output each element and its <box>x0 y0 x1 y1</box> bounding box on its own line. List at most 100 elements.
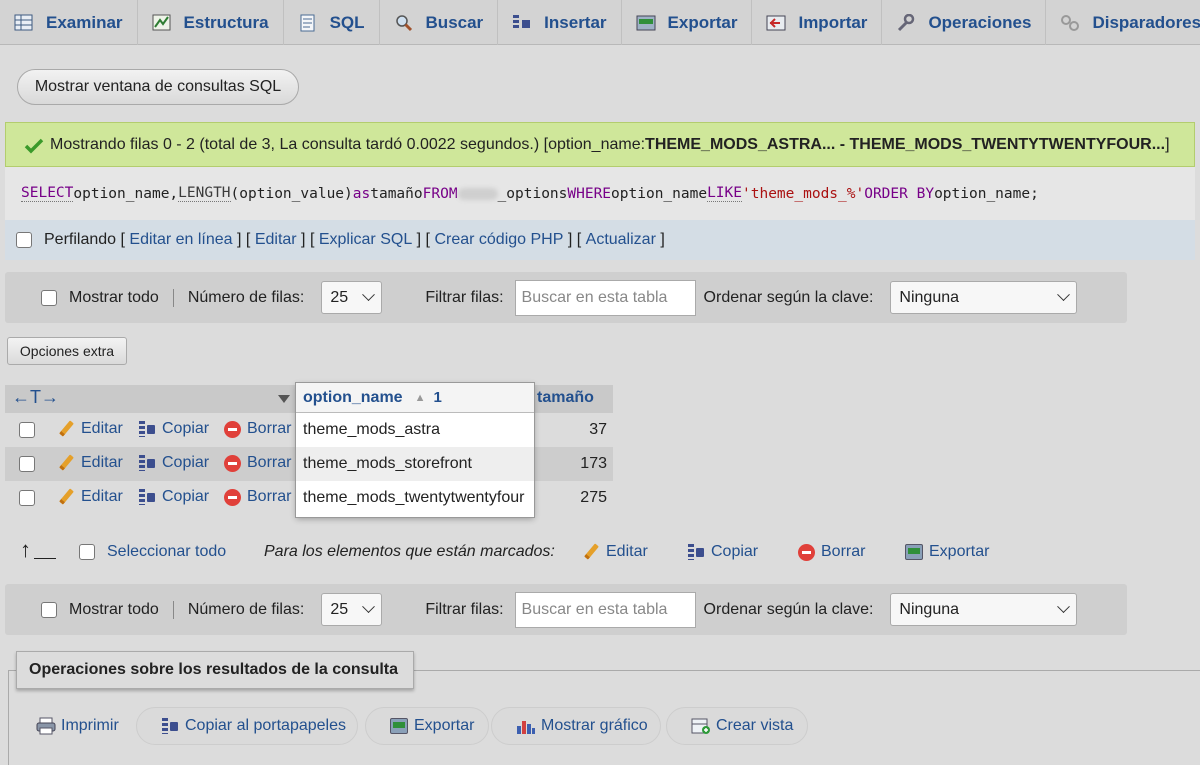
chevron-down-icon <box>362 288 376 302</box>
column-resize-arrows[interactable]: ←T→ <box>12 387 59 408</box>
explain-sql-link[interactable]: Explicar SQL <box>319 231 412 249</box>
row-checkbox[interactable] <box>19 422 35 438</box>
bulk-copy-button[interactable]: Copiar <box>687 543 758 561</box>
show-query-window-button[interactable]: Mostrar ventana de consultas SQL <box>17 69 299 105</box>
edit-link[interactable]: Editar <box>255 231 297 249</box>
copy-row-button[interactable]: Copiar <box>138 488 209 506</box>
delete-icon <box>798 543 815 561</box>
tab-browse[interactable]: Examinar <box>0 0 138 45</box>
copy-row-button[interactable]: Copiar <box>138 420 209 438</box>
sql-keyword[interactable]: LIKE <box>707 185 742 202</box>
delete-icon <box>224 420 241 438</box>
printer-icon <box>36 717 56 735</box>
delete-row-button[interactable]: Borrar <box>224 420 291 438</box>
sql-text: (option_value) <box>230 185 353 202</box>
copy-label: Copiar <box>162 454 210 471</box>
tab-sql[interactable]: SQL <box>284 0 380 45</box>
sql-keyword[interactable]: SELECT <box>21 185 74 202</box>
display-chart-label: Mostrar gráfico <box>541 717 648 734</box>
sort-value: Ninguna <box>899 288 960 306</box>
row-checkbox[interactable] <box>19 490 35 506</box>
show-all-checkbox[interactable] <box>41 601 57 618</box>
bulk-actions: ↑ Seleccionar todo Para los elementos qu… <box>0 537 1200 567</box>
profiling-checkbox[interactable] <box>16 232 32 248</box>
export-icon <box>636 14 656 32</box>
tab-export[interactable]: Exportar <box>622 0 753 45</box>
edit-label: Editar <box>81 454 123 471</box>
tab-label: Exportar <box>667 12 738 32</box>
edit-label: Editar <box>81 488 123 505</box>
rows-select[interactable]: 25 <box>321 281 383 314</box>
copy-icon <box>138 488 156 506</box>
option-name-cell[interactable]: theme_mods_storefront <box>296 447 534 481</box>
edit-inline-link[interactable]: Editar en línea <box>129 231 232 249</box>
copy-icon <box>161 717 179 735</box>
rows-label: Número de filas: <box>187 600 305 618</box>
sort-select[interactable]: Ninguna <box>890 281 1078 314</box>
sql-keyword: as <box>352 185 371 202</box>
option-name-cell[interactable]: theme_mods_twentytwentyfour <box>296 481 534 515</box>
edit-row-button[interactable]: Editar <box>57 454 123 472</box>
bulk-edit-label: Editar <box>606 543 648 560</box>
pencil-icon <box>57 420 75 438</box>
check-icon <box>24 138 44 153</box>
print-button[interactable]: Imprimir <box>12 707 119 745</box>
option-name-cell[interactable]: theme_mods_astra <box>296 413 534 447</box>
column-header-option-name[interactable]: option_name ▲ 1 <box>296 383 534 413</box>
export-results-label: Exportar <box>414 717 475 734</box>
refresh-link[interactable]: Actualizar <box>586 231 656 249</box>
copy-icon <box>138 420 156 438</box>
sort-select[interactable]: Ninguna <box>890 593 1078 626</box>
edit-row-button[interactable]: Editar <box>57 420 123 438</box>
sql-icon <box>298 14 318 32</box>
select-all-label[interactable]: Seleccionar todo <box>107 543 226 561</box>
rows-value: 25 <box>330 288 349 306</box>
column-menu-icon[interactable] <box>278 395 290 403</box>
tab-insert[interactable]: Insertar <box>498 0 622 45</box>
chevron-down-icon <box>1057 288 1071 302</box>
export-icon <box>390 718 408 734</box>
chevron-down-icon <box>1057 600 1071 614</box>
bulk-delete-label: Borrar <box>821 543 866 560</box>
export-results-button[interactable]: Exportar <box>365 707 489 745</box>
row-checkbox[interactable] <box>19 456 35 472</box>
wrench-icon <box>896 13 916 32</box>
bulk-export-button[interactable]: Exportar <box>905 543 989 561</box>
display-chart-button[interactable]: Mostrar gráfico <box>491 707 661 745</box>
tab-structure[interactable]: Estructura <box>138 0 284 45</box>
delete-row-button[interactable]: Borrar <box>224 488 291 506</box>
filter-label: Filtrar filas: <box>425 288 504 306</box>
tab-import[interactable]: Importar <box>752 0 883 45</box>
copy-row-button[interactable]: Copiar <box>138 454 209 472</box>
create-view-button[interactable]: Crear vista <box>666 707 808 745</box>
divider <box>34 558 56 559</box>
bulk-delete-button[interactable]: Borrar <box>798 543 865 561</box>
sql-keyword: WHERE <box>567 185 612 202</box>
sql-function[interactable]: LENGTH <box>178 185 231 202</box>
show-all-label: Mostrar todo <box>69 600 159 618</box>
rows-select[interactable]: 25 <box>321 593 383 626</box>
tab-bar: Examinar Estructura SQL Buscar Insertar … <box>0 0 1200 45</box>
edit-row-button[interactable]: Editar <box>57 488 123 506</box>
export-icon <box>905 544 923 560</box>
create-php-link[interactable]: Crear código PHP <box>434 231 563 249</box>
show-all-checkbox[interactable] <box>41 289 57 306</box>
bulk-edit-button[interactable]: Editar <box>582 543 648 561</box>
tab-triggers[interactable]: Disparadores <box>1046 0 1200 45</box>
highlighted-option-name-column: option_name ▲ 1 theme_mods_astra theme_m… <box>296 383 534 517</box>
delete-label: Borrar <box>247 488 292 505</box>
filter-input[interactable]: Buscar en esta tabla <box>514 591 696 628</box>
tab-operations[interactable]: Operaciones <box>882 0 1047 45</box>
filter-input[interactable]: Buscar en esta tabla <box>514 279 696 316</box>
size-cell: 275 <box>580 489 607 506</box>
sql-text: option_name <box>611 185 708 202</box>
tab-search[interactable]: Buscar <box>380 0 499 45</box>
select-all-checkbox[interactable] <box>79 544 95 560</box>
column-header-size[interactable]: tamaño <box>537 389 594 407</box>
copy-to-clipboard-button[interactable]: Copiar al portapapeles <box>136 707 358 745</box>
extra-options-button[interactable]: Opciones extra <box>7 337 127 365</box>
delete-row-button[interactable]: Borrar <box>224 454 291 472</box>
size-cell: 37 <box>589 421 607 438</box>
pencil-icon <box>57 488 75 506</box>
navigation-bar-bottom: Mostrar todo Número de filas: 25 Filtrar… <box>5 584 1127 635</box>
